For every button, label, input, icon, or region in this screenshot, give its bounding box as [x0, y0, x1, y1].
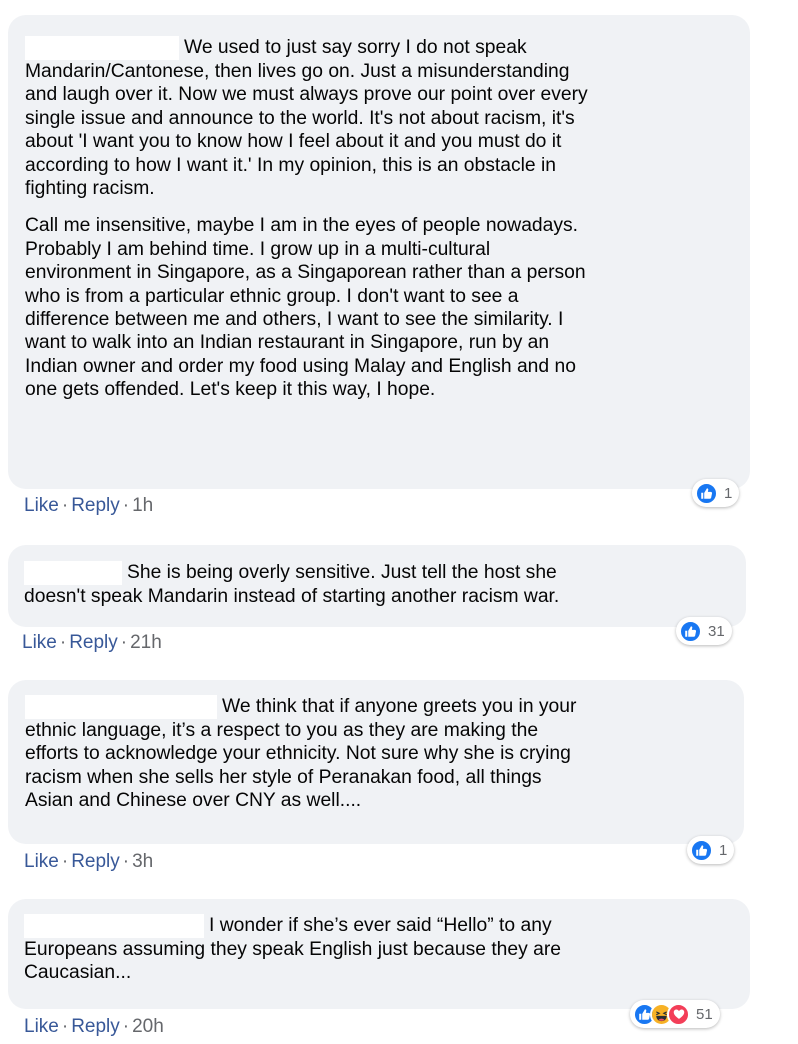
comment-text: I wonder if she’s ever said “Hello” to a…	[24, 914, 561, 984]
reaction-icons	[690, 838, 713, 862]
comment-bubble: We used to just say sorry I do not speak…	[8, 15, 750, 489]
reaction-count: 51	[696, 1005, 713, 1023]
reaction-summary[interactable]: 51	[630, 1000, 720, 1028]
like-icon	[690, 838, 713, 862]
separator-dot: ·	[122, 851, 130, 872]
redacted-author-name	[25, 36, 179, 60]
redacted-author-name	[25, 695, 217, 719]
separator-dot: ·	[59, 632, 67, 653]
comment-actions: Like · Reply · 21h	[22, 632, 162, 654]
separator-dot: ·	[61, 1016, 69, 1037]
reaction-summary[interactable]: 1	[687, 836, 735, 864]
timestamp[interactable]: 1h	[132, 495, 153, 516]
love-icon	[667, 1002, 690, 1026]
reaction-count: 31	[708, 622, 725, 640]
reply-link[interactable]: Reply	[71, 495, 120, 516]
reaction-summary[interactable]: 31	[676, 617, 732, 645]
reaction-icons	[695, 481, 718, 505]
timestamp[interactable]: 21h	[130, 632, 162, 653]
like-link[interactable]: Like	[24, 851, 59, 872]
comment-text: We used to just say sorry I do not speak…	[25, 36, 588, 200]
comment-text: Call me insensitive, maybe I am in the e…	[25, 215, 586, 401]
separator-dot: ·	[122, 1016, 130, 1037]
reaction-icons	[633, 1002, 690, 1026]
comment-bubble: I wonder if she’s ever said “Hello” to a…	[8, 899, 750, 1009]
redacted-author-name	[24, 561, 122, 585]
reply-link[interactable]: Reply	[71, 851, 120, 872]
like-icon	[695, 481, 718, 505]
separator-dot: ·	[61, 851, 69, 872]
reaction-icons	[679, 619, 702, 643]
like-link[interactable]: Like	[24, 1016, 59, 1037]
comment-text: She is being overly sensitive. Just tell…	[24, 561, 560, 607]
reaction-count: 1	[719, 841, 728, 859]
comment-text: We think that if anyone greets you in yo…	[25, 695, 577, 812]
like-link[interactable]: Like	[24, 495, 59, 516]
separator-dot: ·	[61, 495, 69, 516]
reaction-summary[interactable]: 1	[692, 479, 740, 507]
comment-bubble: She is being overly sensitive. Just tell…	[8, 545, 746, 627]
timestamp[interactable]: 20h	[132, 1016, 164, 1037]
separator-dot: ·	[120, 632, 128, 653]
separator-dot: ·	[122, 495, 130, 516]
like-link[interactable]: Like	[22, 632, 57, 653]
redacted-author-name	[24, 914, 204, 938]
reply-link[interactable]: Reply	[71, 1016, 120, 1037]
reaction-count: 1	[724, 484, 733, 502]
comment-actions: Like · Reply · 1h	[24, 495, 153, 517]
reply-link[interactable]: Reply	[69, 632, 118, 653]
comment-actions: Like · Reply · 20h	[24, 1016, 164, 1038]
like-icon	[679, 619, 702, 643]
comment-actions: Like · Reply · 3h	[24, 851, 153, 873]
comment-bubble: We think that if anyone greets you in yo…	[8, 680, 744, 844]
timestamp[interactable]: 3h	[132, 851, 153, 872]
